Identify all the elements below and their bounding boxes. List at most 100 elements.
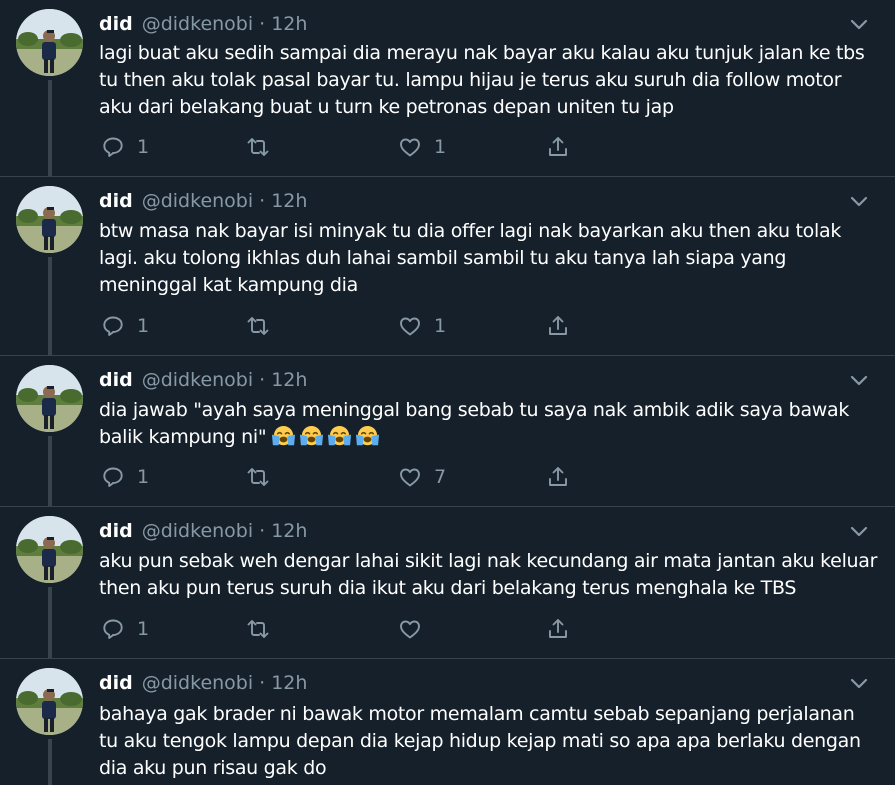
thread-connector — [48, 739, 52, 785]
retweet-button[interactable] — [246, 132, 282, 162]
reply-button[interactable]: 1 — [101, 462, 149, 492]
user-handle[interactable]: @didkenobi — [142, 671, 253, 695]
retweet-icon — [247, 468, 269, 486]
like-button[interactable]: 7 — [398, 462, 446, 492]
like-button[interactable]: 1 — [398, 132, 446, 162]
tweet-thread: did @didkenobi · 12h lagi buat aku sedih… — [0, 0, 895, 785]
like-count: 1 — [434, 315, 447, 337]
like-icon — [400, 138, 420, 157]
share-button[interactable] — [546, 311, 570, 341]
like-button[interactable]: 1 — [398, 311, 446, 341]
emoji-group — [270, 425, 382, 447]
loudly-crying-face-emoji — [354, 425, 381, 447]
tweet-text: lagi buat aku sedih sampai dia merayu na… — [99, 42, 865, 118]
reply-count: 1 — [137, 315, 150, 337]
reply-icon — [103, 619, 123, 639]
retweet-icon — [247, 138, 269, 156]
tweet-header: did @didkenobi · 12h — [99, 671, 307, 695]
reply-icon — [103, 467, 123, 487]
display-name[interactable]: did — [99, 189, 133, 213]
reply-button[interactable]: 1 — [101, 132, 149, 162]
thread-connector — [48, 436, 52, 506]
like-count: 1 — [434, 136, 447, 158]
separator-dot: · — [259, 190, 266, 212]
loudly-crying-face-emoji — [270, 425, 297, 447]
tweet[interactable]: did @didkenobi · 12h aku pun sebak weh d… — [0, 507, 895, 658]
user-handle[interactable]: @didkenobi — [142, 12, 253, 36]
reply-icon — [103, 137, 123, 157]
chevron-down-icon[interactable] — [849, 18, 869, 32]
timestamp[interactable]: 12h — [271, 368, 307, 392]
separator-dot: · — [259, 672, 266, 694]
reply-count: 1 — [137, 618, 150, 640]
reply-button[interactable]: 1 — [101, 614, 149, 644]
retweet-icon — [247, 317, 269, 335]
share-icon — [549, 619, 567, 638]
display-name[interactable]: did — [99, 368, 133, 392]
separator-dot: · — [259, 520, 266, 542]
like-icon — [400, 620, 420, 639]
display-name[interactable]: did — [99, 519, 133, 543]
reply-count: 1 — [137, 136, 150, 158]
timestamp[interactable]: 12h — [271, 189, 307, 213]
tweet-header: did @didkenobi · 12h — [99, 519, 307, 543]
retweet-button[interactable] — [246, 311, 282, 341]
tweet-text: aku pun sebak weh dengar lahai sikit lag… — [99, 550, 878, 599]
tweet-actions: 1 7 — [99, 462, 579, 492]
retweet-button[interactable] — [246, 462, 282, 492]
thread-connector — [48, 80, 52, 176]
reply-count: 1 — [137, 466, 150, 488]
timestamp[interactable]: 12h — [271, 671, 307, 695]
tweet-text: btw masa nak bayar isi minyak tu dia off… — [99, 220, 842, 296]
tweet-actions: 1 1 — [99, 311, 579, 341]
tweet-text-body: dia jawab "ayah saya meninggal bang seba… — [99, 399, 850, 448]
like-icon — [400, 468, 420, 487]
thread-connector — [48, 587, 52, 658]
timestamp[interactable]: 12h — [271, 519, 307, 543]
retweet-icon — [247, 620, 269, 638]
avatar[interactable] — [16, 516, 83, 583]
user-handle[interactable]: @didkenobi — [142, 189, 253, 213]
reply-icon — [103, 316, 123, 336]
user-handle[interactable]: @didkenobi — [142, 519, 253, 543]
tweet-header: did @didkenobi · 12h — [99, 189, 307, 213]
chevron-down-icon[interactable] — [849, 195, 869, 209]
loudly-crying-face-emoji — [298, 425, 325, 447]
avatar[interactable] — [16, 186, 83, 253]
chevron-down-icon[interactable] — [849, 525, 869, 539]
tweet[interactable]: did @didkenobi · 12h btw masa nak bayar … — [0, 177, 895, 355]
tweet-text: dia jawab "ayah saya meninggal bang seba… — [99, 397, 879, 451]
like-count: 7 — [434, 466, 447, 488]
tweet-header: did @didkenobi · 12h — [99, 368, 307, 392]
tweet[interactable]: did @didkenobi · 12h bahaya gak brader n… — [0, 659, 895, 785]
share-button[interactable] — [546, 462, 570, 492]
user-handle[interactable]: @didkenobi — [142, 368, 253, 392]
thread-connector — [48, 257, 52, 355]
like-button[interactable] — [398, 614, 434, 644]
share-icon — [549, 467, 567, 486]
chevron-down-icon[interactable] — [849, 374, 869, 388]
share-button[interactable] — [546, 614, 570, 644]
separator-dot: · — [259, 13, 266, 35]
chevron-down-icon[interactable] — [849, 677, 869, 691]
like-icon — [400, 317, 420, 336]
tweet[interactable]: did @didkenobi · 12h dia jawab "ayah say… — [0, 356, 895, 506]
share-icon — [549, 137, 567, 156]
display-name[interactable]: did — [99, 671, 133, 695]
display-name[interactable]: did — [99, 12, 133, 36]
tweet[interactable]: did @didkenobi · 12h lagi buat aku sedih… — [0, 0, 895, 176]
tweet-header: did @didkenobi · 12h — [99, 12, 307, 36]
separator-dot: · — [259, 369, 266, 391]
tweet-actions: 1 1 — [99, 132, 579, 162]
share-button[interactable] — [546, 132, 570, 162]
avatar[interactable] — [16, 365, 83, 432]
retweet-button[interactable] — [246, 614, 282, 644]
avatar[interactable] — [16, 668, 83, 735]
timestamp[interactable]: 12h — [271, 12, 307, 36]
loudly-crying-face-emoji — [326, 425, 353, 447]
share-icon — [549, 316, 567, 335]
reply-button[interactable]: 1 — [101, 311, 149, 341]
tweet-actions: 1 — [99, 614, 579, 644]
avatar[interactable] — [16, 9, 83, 76]
tweet-text: bahaya gak brader ni bawak motor memalam… — [99, 703, 861, 779]
